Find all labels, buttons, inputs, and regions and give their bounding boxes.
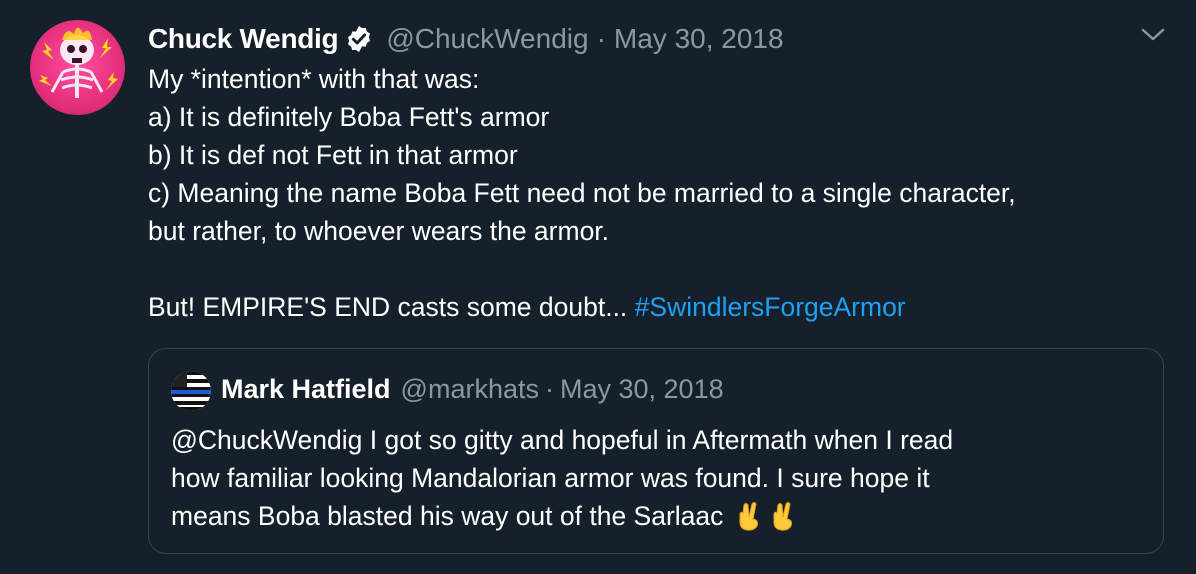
tweet-text: My *intention* with that was: a) It is d… bbox=[148, 60, 1178, 326]
author-display-name[interactable]: Chuck Wendig bbox=[148, 23, 339, 55]
quoted-author-avatar[interactable] bbox=[171, 371, 211, 411]
tweet-line: b) It is def not Fett in that armor bbox=[148, 140, 518, 170]
author-avatar[interactable] bbox=[30, 20, 125, 115]
quoted-tweet-line: how familiar looking Mandalorian armor w… bbox=[171, 463, 930, 493]
verified-badge-icon bbox=[344, 24, 374, 54]
tweet-date[interactable]: May 30, 2018 bbox=[614, 23, 784, 55]
separator-dot: · bbox=[545, 373, 554, 404]
tweet-header: Chuck Wendig @ChuckWendig · May 30, 2018 bbox=[148, 20, 784, 58]
tweet-line: c) Meaning the name Boba Fett need not b… bbox=[148, 178, 1016, 208]
quoted-author-display-name[interactable]: Mark Hatfield bbox=[221, 374, 391, 405]
crossed-fingers-icon bbox=[735, 501, 763, 531]
quoted-tweet-last-line: means Boba blasted his way out of the Sa… bbox=[171, 497, 1141, 535]
quoted-tweet-header: Mark Hatfield @markhats · May 30, 2018 bbox=[221, 371, 724, 407]
crossed-fingers-icon bbox=[769, 501, 797, 531]
quoted-tweet[interactable]: Mark Hatfield @markhats · May 30, 2018 @… bbox=[148, 348, 1164, 554]
skeleton-avatar-icon bbox=[39, 27, 118, 98]
tweet-line: My *intention* with that was: bbox=[148, 64, 480, 94]
author-handle[interactable]: @ChuckWendig bbox=[386, 23, 588, 55]
quoted-tweet-line: means Boba blasted his way out of the Sa… bbox=[171, 501, 724, 531]
hashtag-link[interactable]: #SwindlersForgeArmor bbox=[635, 292, 906, 322]
quoted-author-handle[interactable]: @markhats bbox=[401, 374, 539, 405]
tweet-line: a) It is definitely Boba Fett's armor bbox=[148, 102, 550, 132]
quoted-tweet-text: @ChuckWendig I got so gitty and hopeful … bbox=[171, 421, 1141, 535]
chevron-down-icon[interactable] bbox=[1140, 24, 1166, 46]
tweet-last-line-text: But! EMPIRE'S END casts some doubt... bbox=[148, 292, 635, 322]
tweet-line: but rather, to whoever wears the armor. bbox=[148, 216, 610, 246]
tweet-last-line: But! EMPIRE'S END casts some doubt... #S… bbox=[148, 288, 1178, 326]
thin-blue-line-flag-icon bbox=[171, 371, 211, 411]
separator-dot: · bbox=[596, 23, 606, 54]
quoted-tweet-line: @ChuckWendig I got so gitty and hopeful … bbox=[171, 425, 954, 455]
tweet[interactable]: Chuck Wendig @ChuckWendig · May 30, 2018… bbox=[0, 0, 1196, 574]
quoted-tweet-date[interactable]: May 30, 2018 bbox=[560, 374, 724, 405]
